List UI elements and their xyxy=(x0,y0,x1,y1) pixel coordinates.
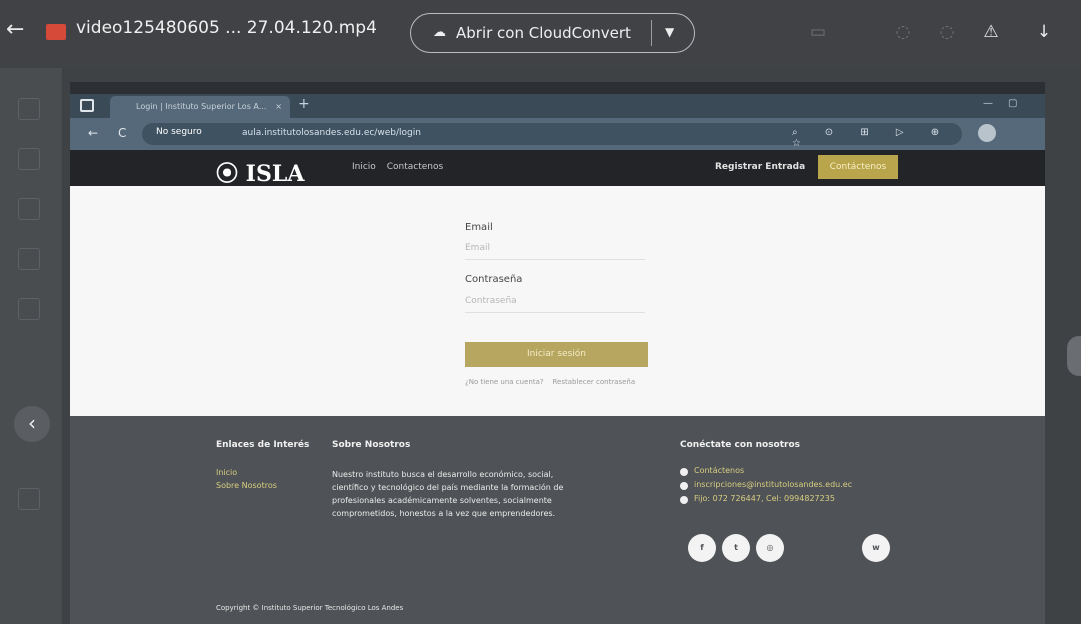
contact-button[interactable]: Contáctenos xyxy=(818,155,898,179)
address-bar: ← C No seguro aula.institutolosandes.edu… xyxy=(70,118,1045,150)
contact-email[interactable]: inscripciones@institutolosandes.edu.ec xyxy=(694,480,852,489)
nav-link-home[interactable]: Inicio xyxy=(352,162,376,172)
more-icon[interactable]: ◌ xyxy=(935,20,959,44)
login-button[interactable]: Iniciar sesión xyxy=(465,342,648,367)
chat-icon xyxy=(680,468,688,476)
register-entry-link[interactable]: Registrar Entrada xyxy=(715,162,805,172)
open-with-label: Abrir con CloudConvert xyxy=(456,24,631,42)
facebook-icon[interactable]: f xyxy=(688,534,716,562)
person-icon[interactable] xyxy=(18,248,40,270)
nav-link-contact[interactable]: Contactenos xyxy=(387,162,443,172)
password-label: Contraseña xyxy=(465,274,523,285)
next-handle[interactable] xyxy=(1067,336,1081,376)
add-to-drive-icon[interactable]: ⚠ xyxy=(979,20,1003,44)
reset-password-link[interactable]: Restablecer contraseña xyxy=(553,378,636,386)
url-field[interactable]: No seguro aula.institutolosandes.edu.ec/… xyxy=(142,123,962,149)
copyright-text: Copyright © Instituto Superior Tecnológi… xyxy=(216,604,404,612)
back-icon[interactable]: ← xyxy=(6,18,30,42)
about-title: Sobre Nosotros xyxy=(332,440,411,450)
new-tab-icon[interactable]: + xyxy=(298,96,310,112)
site-logo[interactable]: ⦿ ISLA xyxy=(216,156,304,188)
tab-title: Login | Instituto Superior Los A... xyxy=(136,102,267,111)
avatar[interactable] xyxy=(978,124,996,142)
left-toolbar: ‹ xyxy=(0,68,62,624)
video-frame: Login | Instituto Superior Los A... × + … xyxy=(70,82,1045,624)
password-field[interactable]: Contraseña xyxy=(465,289,645,313)
phone-icon xyxy=(680,496,688,504)
twitter-icon[interactable]: t xyxy=(722,534,750,562)
no-account-link[interactable]: ¿No tiene una cuenta? xyxy=(465,378,544,386)
file-icon xyxy=(46,24,66,40)
chevron-down-icon[interactable]: ▼ xyxy=(665,25,674,39)
comment-icon[interactable]: ▭ xyxy=(806,20,830,44)
download-icon[interactable]: ↓ xyxy=(1032,20,1056,44)
email-field[interactable]: Email xyxy=(465,236,645,260)
email-icon xyxy=(680,482,688,490)
not-secure-badge: No seguro xyxy=(156,127,202,137)
refresh-icon[interactable]: C xyxy=(118,126,126,140)
site-footer: Enlaces de Interés Inicio Sobre Nosotros… xyxy=(70,416,1045,624)
cloud-icon: ☁ xyxy=(433,25,446,40)
back-arrow-icon[interactable]: ← xyxy=(88,126,98,140)
settings-icon[interactable] xyxy=(18,488,40,510)
email-label: Email xyxy=(465,222,493,233)
add-icon[interactable] xyxy=(18,98,40,120)
login-links: ¿No tiene una cuenta? Restablecer contra… xyxy=(465,378,635,386)
window-icon[interactable] xyxy=(80,99,94,112)
file-name: video125480605 ... 27.04.120.mp4 xyxy=(76,18,377,38)
close-icon[interactable]: × xyxy=(275,96,282,118)
divider xyxy=(651,20,652,46)
open-with-button[interactable]: ☁ Abrir con CloudConvert ▼ xyxy=(410,13,695,53)
url-text: aula.institutolosandes.edu.ec/web/login xyxy=(242,128,421,138)
site-links: Inicio Contactenos xyxy=(352,162,451,172)
browser-tab[interactable]: Login | Instituto Superior Los A... × xyxy=(110,96,290,118)
whatsapp-icon[interactable]: w xyxy=(862,534,890,562)
site-navbar: ⦿ ISLA Inicio Contactenos Registrar Entr… xyxy=(70,150,1045,188)
toolbar-icons[interactable]: ⌕ ⊙ ⊞ ▷ ⊕ ☆ xyxy=(792,127,962,149)
contact-phone: Fijo: 072 726447, Cel: 0994827235 xyxy=(694,494,835,503)
history-icon[interactable] xyxy=(18,298,40,320)
video-viewer-header: ← video125480605 ... 27.04.120.mp4 ☁ Abr… xyxy=(0,0,1081,68)
footer-link-about[interactable]: Sobre Nosotros xyxy=(216,481,277,490)
about-text: Nuestro instituto busca el desarrollo ec… xyxy=(332,470,564,518)
instagram-icon[interactable]: ◎ xyxy=(756,534,784,562)
browser-screenshot: Login | Instituto Superior Los A... × + … xyxy=(70,94,1045,624)
contact-title: Conéctate con nosotros xyxy=(680,440,801,450)
image-icon[interactable] xyxy=(18,198,40,220)
minimize-icon[interactable]: — xyxy=(983,98,993,109)
login-section: Email Email Contraseña Contraseña Inicia… xyxy=(70,186,1045,416)
info-icon[interactable]: ◌ xyxy=(891,20,915,44)
browser-tabs: Login | Instituto Superior Los A... × + … xyxy=(70,94,1045,118)
maximize-icon[interactable]: ▢ xyxy=(1008,98,1017,109)
previous-icon[interactable]: ‹ xyxy=(14,406,50,442)
contact-link[interactable]: Contáctenos xyxy=(694,466,744,475)
footer-link-home[interactable]: Inicio xyxy=(216,468,237,477)
links-title: Enlaces de Interés xyxy=(216,440,310,450)
calendar-icon[interactable] xyxy=(18,148,40,170)
